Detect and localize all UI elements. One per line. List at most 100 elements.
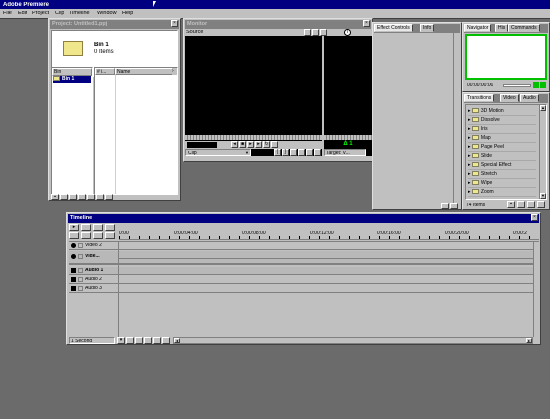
project-close-button[interactable]: × bbox=[171, 20, 178, 27]
insert-button[interactable] bbox=[290, 149, 297, 156]
list-item[interactable]: ▸ Dissolve bbox=[468, 116, 536, 125]
navigator-zoom-in-icon[interactable] bbox=[533, 82, 539, 88]
track-label[interactable]: Audio 1 bbox=[85, 268, 103, 273]
clip-dropdown[interactable]: Clip ▼ bbox=[185, 149, 251, 156]
col-name-header[interactable]: Name bbox=[115, 68, 173, 75]
effect-controls-scrollbar[interactable] bbox=[453, 33, 459, 205]
monitor-close-button[interactable]: × bbox=[363, 20, 370, 27]
lock-icon[interactable] bbox=[78, 268, 83, 273]
monitor-title-bar[interactable]: Monitor bbox=[185, 20, 371, 29]
binoculars-icon[interactable]: ▪ bbox=[51, 194, 59, 200]
transitions-new-icon[interactable] bbox=[527, 201, 535, 208]
list-item[interactable]: ▸ Stretch bbox=[468, 170, 536, 179]
project-title-bar[interactable]: Project: Untitled1.ppj bbox=[50, 20, 179, 29]
list-item[interactable]: ▸ Zoom bbox=[468, 188, 536, 197]
items-scroll-right[interactable]: › bbox=[172, 68, 177, 75]
transitions-delete-icon[interactable] bbox=[537, 201, 545, 208]
toggle-snap-icon[interactable] bbox=[126, 337, 134, 344]
in-out-tool-icon[interactable] bbox=[105, 232, 115, 239]
program-scrubber[interactable] bbox=[324, 135, 372, 140]
icon-view-icon[interactable] bbox=[105, 194, 113, 200]
bins-column-header[interactable]: Bin bbox=[52, 68, 92, 76]
timeline-horizontal-scrollbar[interactable]: ◂ ▸ bbox=[173, 337, 533, 344]
track-options-icon[interactable]: ▾ bbox=[117, 337, 125, 344]
scroll-down-arrow-icon[interactable]: ▼ bbox=[540, 193, 546, 199]
new-bin-icon[interactable] bbox=[60, 194, 68, 200]
timeline-vertical-scrollbar[interactable] bbox=[533, 242, 539, 337]
lock-icon[interactable] bbox=[78, 286, 83, 291]
source-scrubber[interactable] bbox=[185, 135, 322, 140]
navigator-zoom-slider[interactable] bbox=[503, 84, 531, 87]
tab-navigator[interactable]: Navigator bbox=[464, 24, 492, 32]
tab-info[interactable]: Info bbox=[420, 24, 435, 32]
tab-commands[interactable]: Commands bbox=[508, 24, 540, 32]
timeline-close-button[interactable]: × bbox=[531, 214, 538, 221]
toggle-track-output-icon[interactable] bbox=[162, 337, 170, 344]
delete-icon[interactable] bbox=[78, 194, 86, 200]
toggle-edge-view-icon[interactable] bbox=[135, 337, 143, 344]
speaker-icon[interactable] bbox=[71, 286, 76, 291]
menu-window[interactable]: Window bbox=[97, 11, 117, 17]
menu-edit[interactable]: Edit bbox=[18, 11, 27, 17]
source-play-button[interactable]: ▸ bbox=[247, 141, 254, 148]
find-binoculars-icon[interactable]: ▪ bbox=[507, 201, 515, 208]
zoom-level-dropdown[interactable]: 1 Second bbox=[69, 337, 115, 344]
menu-timeline[interactable]: Timeline bbox=[69, 11, 90, 17]
list-item[interactable]: ▸ Wipe bbox=[468, 179, 536, 188]
list-item[interactable]: ▸ Special Effect bbox=[468, 161, 536, 170]
lift-button[interactable] bbox=[306, 149, 313, 156]
toggle-shift-tracks-icon[interactable] bbox=[144, 337, 152, 344]
source-dual-view-icon[interactable] bbox=[304, 29, 311, 36]
program-timecode-field[interactable]: Δ 1 bbox=[326, 141, 370, 148]
hand-tool-icon[interactable] bbox=[69, 232, 79, 239]
menu-file[interactable]: File bbox=[3, 11, 12, 17]
mark-out-button[interactable]: } bbox=[282, 149, 289, 156]
source-timecode-field[interactable] bbox=[187, 142, 217, 148]
source-play-in-out-button[interactable]: ↻ bbox=[263, 141, 270, 148]
list-item[interactable]: ▸ Map bbox=[468, 134, 536, 143]
speaker-icon[interactable] bbox=[71, 268, 76, 273]
source-step-back-button[interactable]: ◂ bbox=[231, 141, 238, 148]
zoom-tool-icon[interactable] bbox=[81, 232, 91, 239]
target-dropdown[interactable]: Target: V... bbox=[324, 149, 366, 156]
eye-icon[interactable] bbox=[71, 254, 76, 259]
track-label[interactable]: Video 2 bbox=[85, 243, 102, 248]
source-info-icon[interactable]: i bbox=[344, 29, 351, 36]
extract-button[interactable] bbox=[314, 149, 321, 156]
source-single-view-icon[interactable] bbox=[312, 29, 319, 36]
list-item[interactable]: ▸ Page Peel bbox=[468, 143, 536, 152]
transitions-scrollbar[interactable]: ▲ ▼ bbox=[539, 105, 546, 199]
rolling-edit-tool-icon[interactable] bbox=[93, 224, 103, 231]
new-item-icon[interactable] bbox=[69, 194, 77, 200]
navigator-zoom-out-icon[interactable] bbox=[540, 82, 546, 88]
menu-help[interactable]: Help bbox=[122, 11, 133, 17]
effect-controls-delete-icon[interactable] bbox=[441, 203, 449, 209]
selection-tool-icon[interactable]: ▸ bbox=[69, 224, 79, 231]
list-item[interactable]: ▸ Iris bbox=[468, 125, 536, 134]
track-label[interactable]: Vide... bbox=[85, 254, 100, 259]
thumbnail-view-icon[interactable] bbox=[96, 194, 104, 200]
source-step-forward-button[interactable] bbox=[271, 141, 278, 148]
menu-clip[interactable]: Clip bbox=[55, 11, 64, 17]
overlay-button[interactable] bbox=[298, 149, 305, 156]
bin-row-selected[interactable]: Bin 1 bbox=[53, 76, 91, 83]
lock-icon[interactable] bbox=[78, 254, 83, 259]
menu-project[interactable]: Project bbox=[32, 11, 49, 17]
source-loop-button[interactable]: ▸ bbox=[255, 141, 262, 148]
range-select-tool-icon[interactable] bbox=[81, 224, 91, 231]
tab-video[interactable]: Video bbox=[500, 94, 519, 102]
track-label[interactable]: Audio 2 bbox=[85, 277, 102, 282]
time-ruler[interactable]: 0:00 0:00:04:00 0:00:08:00 0:00:12:00 0:… bbox=[119, 231, 539, 240]
list-item[interactable]: ▸ Slide bbox=[468, 152, 536, 161]
eye-icon[interactable] bbox=[71, 243, 76, 248]
source-stop-button[interactable]: ■ bbox=[239, 141, 246, 148]
tab-history[interactable]: His bbox=[495, 24, 509, 32]
tab-transitions[interactable]: Transitions bbox=[464, 94, 495, 102]
list-view-icon[interactable] bbox=[87, 194, 95, 200]
track-label[interactable]: Audio 3 bbox=[85, 286, 102, 291]
timeline-title-bar[interactable]: Timeline bbox=[68, 214, 539, 223]
mark-in-button[interactable]: { bbox=[274, 149, 281, 156]
scroll-left-arrow-icon[interactable]: ◂ bbox=[174, 338, 180, 343]
effect-controls-new-icon[interactable] bbox=[450, 203, 458, 209]
list-item[interactable]: ▸ 3D Motion bbox=[468, 107, 536, 116]
